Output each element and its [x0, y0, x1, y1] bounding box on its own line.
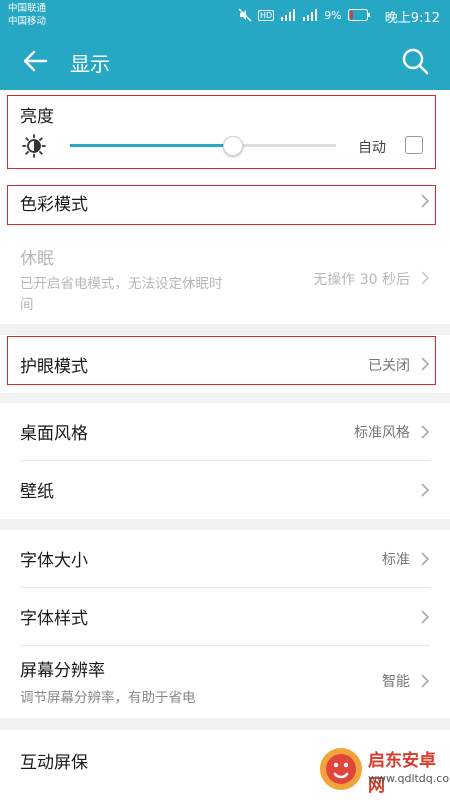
auto-brightness-label: 自动 — [358, 140, 386, 156]
resolution-row[interactable]: 屏幕分辨率 调节屏幕分辨率，有助于省电 智能 — [0, 646, 450, 718]
display-card-4: 字体大小 标准 字体样式 屏幕分辨率 调节屏幕分辨率，有助于省电 智能 — [0, 530, 450, 718]
eye-comfort-row[interactable]: 护眼模式 已关闭 — [0, 335, 450, 393]
chevron-right-icon — [421, 552, 430, 566]
resolution-value: 智能 — [382, 674, 410, 690]
battery-percent: 9% — [324, 8, 342, 22]
resolution-label: 屏幕分辨率 — [20, 661, 105, 681]
watermark: 启东安卓网 www.qdltdq.com — [318, 742, 450, 796]
search-icon[interactable] — [400, 46, 430, 76]
brightness-slider[interactable] — [70, 136, 336, 156]
watermark-logo — [320, 748, 362, 790]
chevron-right-icon — [421, 194, 430, 208]
carrier-1: 中国联通 — [8, 3, 47, 14]
chevron-right-icon — [421, 483, 430, 497]
battery-icon — [347, 9, 370, 21]
font-style-label: 字体样式 — [20, 609, 88, 629]
font-size-row[interactable]: 字体大小 标准 — [0, 530, 450, 588]
font-size-value: 标准 — [382, 552, 410, 568]
carrier-info: 中国联通 中国移动 — [8, 2, 46, 28]
sleep-subtitle-line2: 间 — [20, 297, 34, 313]
chevron-right-icon — [421, 674, 430, 688]
sleep-subtitle-line1: 已开启省电模式，无法设定休眠时 — [20, 276, 223, 292]
color-mode-row[interactable]: 色彩模式 — [0, 172, 450, 230]
clock: 晚上9:12 — [384, 11, 440, 26]
watermark-name: 启东安卓网 — [368, 751, 436, 796]
color-mode-label: 色彩模式 — [20, 195, 88, 215]
carrier-2: 中国移动 — [8, 16, 47, 27]
desktop-style-label: 桌面风格 — [20, 424, 88, 444]
chevron-right-icon — [421, 271, 430, 285]
display-card-3: 桌面风格 标准风格 壁纸 — [0, 403, 450, 519]
desktop-style-value: 标准风格 — [354, 425, 410, 441]
chevron-right-icon — [421, 610, 430, 624]
wallpaper-row[interactable]: 壁纸 — [0, 461, 450, 519]
app-bar: 显示 — [0, 32, 450, 90]
desktop-style-row[interactable]: 桌面风格 标准风格 — [0, 403, 450, 461]
chevron-right-icon — [421, 425, 430, 439]
sleep-value: 无操作 30 秒后 — [313, 272, 410, 288]
resolution-subtitle: 调节屏幕分辨率，有助于省电 — [20, 690, 196, 706]
watermark-url: www.qdltdq.com — [368, 772, 450, 785]
eye-comfort-label: 护眼模式 — [20, 357, 88, 377]
auto-brightness-checkbox[interactable] — [405, 136, 423, 154]
brightness-sun-icon — [22, 134, 46, 158]
font-style-row[interactable]: 字体样式 — [0, 588, 450, 646]
wallpaper-label: 壁纸 — [20, 482, 54, 502]
sleep-row: 休眠 已开启省电模式，无法设定休眠时 间 无操作 30 秒后 — [0, 236, 450, 322]
eye-comfort-value: 已关闭 — [368, 358, 410, 374]
brightness-label: 亮度 — [20, 107, 54, 127]
sleep-label: 休眠 — [20, 249, 54, 269]
signal-icon — [281, 9, 296, 21]
hd-badge: HD — [258, 9, 275, 21]
screensaver-label: 互动屏保 — [20, 753, 88, 773]
status-bar: 中国联通 中国移动 HD 9% 晚上9:12 — [0, 0, 450, 32]
page-title: 显示 — [70, 52, 110, 76]
brightness-slider-fill — [70, 144, 233, 147]
font-size-label: 字体大小 — [20, 551, 88, 571]
mute-icon — [238, 8, 252, 22]
status-icons: HD 9% — [238, 8, 370, 22]
back-arrow-icon[interactable] — [20, 46, 50, 76]
chevron-right-icon — [421, 357, 430, 371]
signal-2-icon — [303, 9, 318, 21]
